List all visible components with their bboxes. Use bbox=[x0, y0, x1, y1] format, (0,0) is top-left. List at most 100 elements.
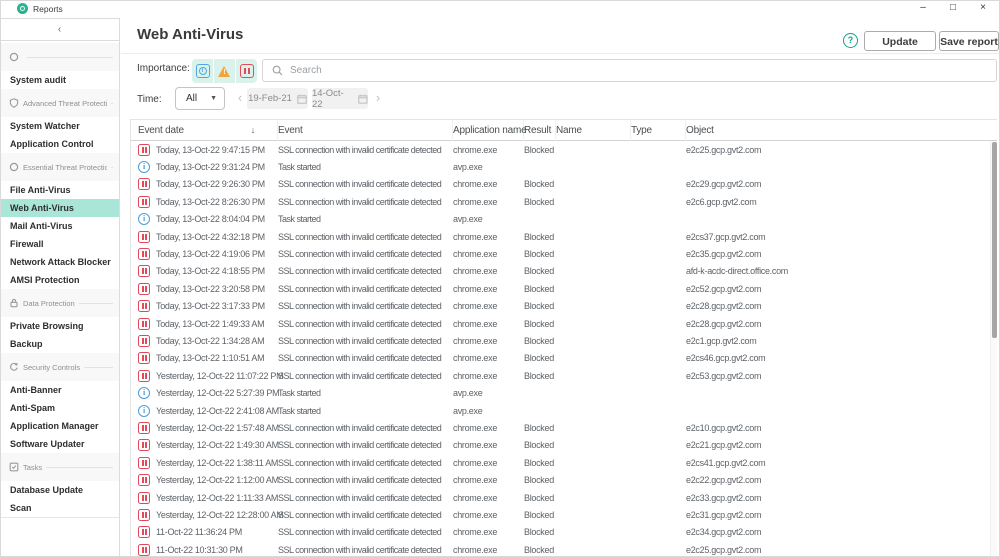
table-row[interactable]: Today, 13-Oct-22 9:47:15 PM SSL connecti… bbox=[131, 141, 990, 158]
critical-severity-icon bbox=[138, 335, 150, 347]
column-header-type[interactable]: Type bbox=[631, 120, 686, 141]
cell-object: e2c22.gcp.gvt2.com bbox=[686, 475, 990, 485]
info-icon: i bbox=[196, 64, 210, 78]
cell-application-name: avp.exe bbox=[453, 214, 524, 224]
table-row[interactable]: Yesterday, 12-Oct-22 12:28:00 AM SSL con… bbox=[131, 506, 990, 523]
importance-critical-toggle[interactable] bbox=[235, 59, 257, 83]
table-row[interactable]: Today, 13-Oct-22 8:04:04 PM Task started… bbox=[131, 211, 990, 228]
calendar-icon bbox=[297, 94, 307, 104]
table-row[interactable]: Today, 13-Oct-22 1:34:28 AM SSL connecti… bbox=[131, 332, 990, 349]
sidebar-collapse-button[interactable]: ‹ bbox=[0, 18, 119, 41]
critical-severity-icon bbox=[138, 439, 150, 451]
sidebar-item-system-watcher[interactable]: System Watcher bbox=[0, 117, 119, 135]
page-title: Web Anti-Virus bbox=[137, 26, 243, 43]
cell-object: e2c10.gcp.gvt2.com bbox=[686, 423, 990, 433]
cell-application-name: chrome.exe bbox=[453, 510, 524, 520]
scrollbar-thumb[interactable] bbox=[992, 142, 997, 338]
cell-application-name: avp.exe bbox=[453, 162, 524, 172]
cell-result: Blocked bbox=[524, 145, 556, 155]
cell-application-name: chrome.exe bbox=[453, 145, 524, 155]
table-row[interactable]: Yesterday, 12-Oct-22 1:12:00 AM SSL conn… bbox=[131, 471, 990, 488]
cell-object: e2c34.gcp.gvt2.com bbox=[686, 527, 990, 537]
table-row[interactable]: Today, 13-Oct-22 9:31:24 PM Task started… bbox=[131, 158, 990, 175]
cell-event: SSL connection with invalid certificate … bbox=[278, 545, 453, 555]
table-row[interactable]: Today, 13-Oct-22 8:26:30 PM SSL connecti… bbox=[131, 193, 990, 210]
cell-result: Blocked bbox=[524, 301, 556, 311]
sidebar-item-scan[interactable]: Scan bbox=[0, 499, 119, 517]
table-row[interactable]: Yesterday, 12-Oct-22 2:41:08 AM Task sta… bbox=[131, 402, 990, 419]
cell-event-date: Yesterday, 12-Oct-22 1:11:33 AM bbox=[138, 492, 278, 504]
table-row[interactable]: Yesterday, 12-Oct-22 5:27:39 PM Task sta… bbox=[131, 384, 990, 401]
cell-event-date: Today, 13-Oct-22 9:31:24 PM bbox=[138, 161, 278, 173]
table-row[interactable]: Yesterday, 12-Oct-22 11:07:22 PM SSL con… bbox=[131, 367, 990, 384]
table-row[interactable]: Today, 13-Oct-22 4:19:06 PM SSL connecti… bbox=[131, 245, 990, 262]
cell-event: SSL connection with invalid certificate … bbox=[278, 301, 453, 311]
maximize-button[interactable]: □ bbox=[938, 0, 968, 17]
table-row[interactable]: Yesterday, 12-Oct-22 1:38:11 AM SSL conn… bbox=[131, 454, 990, 471]
table-row[interactable]: Yesterday, 12-Oct-22 1:49:30 AM SSL conn… bbox=[131, 437, 990, 454]
column-header-application-name[interactable]: Application name bbox=[453, 120, 524, 141]
column-header-result[interactable]: Result bbox=[524, 120, 556, 141]
table-row[interactable]: Today, 13-Oct-22 1:49:33 AM SSL connecti… bbox=[131, 315, 990, 332]
chevron-left-icon: ‹ bbox=[58, 24, 61, 35]
sidebar-item-application-manager[interactable]: Application Manager bbox=[0, 417, 119, 435]
update-button[interactable]: Update bbox=[864, 31, 936, 51]
sidebar-item-firewall[interactable]: Firewall bbox=[0, 235, 119, 253]
sidebar-item-anti-banner[interactable]: Anti-Banner bbox=[0, 381, 119, 399]
date-from-button[interactable]: 19-Feb-21 bbox=[247, 88, 308, 109]
section-divider bbox=[84, 367, 113, 368]
minimize-button[interactable]: – bbox=[908, 0, 938, 17]
cell-result: Blocked bbox=[524, 371, 556, 381]
table-row[interactable]: Yesterday, 12-Oct-22 1:11:33 AM SSL conn… bbox=[131, 489, 990, 506]
sidebar-section-tasks: Tasks bbox=[0, 453, 119, 481]
app-logo-icon bbox=[17, 3, 28, 14]
importance-info-toggle[interactable]: i bbox=[192, 59, 213, 83]
column-header-event-date[interactable]: Event date ↓ bbox=[138, 120, 278, 141]
table-row[interactable]: Yesterday, 12-Oct-22 1:57:48 AM SSL conn… bbox=[131, 419, 990, 436]
table-row[interactable]: 11-Oct-22 10:31:30 PM SSL connection wit… bbox=[131, 541, 990, 557]
table-row[interactable]: Today, 13-Oct-22 9:26:30 PM SSL connecti… bbox=[131, 176, 990, 193]
cell-application-name: chrome.exe bbox=[453, 371, 524, 381]
time-range-dropdown[interactable]: All ▼ bbox=[175, 87, 225, 110]
cell-result: Blocked bbox=[524, 545, 556, 555]
search-input[interactable] bbox=[263, 60, 996, 81]
sidebar-item-backup[interactable]: Backup bbox=[0, 335, 119, 353]
critical-severity-icon bbox=[138, 265, 150, 277]
table-row[interactable]: Today, 13-Oct-22 4:18:55 PM SSL connecti… bbox=[131, 263, 990, 280]
cell-result: Blocked bbox=[524, 527, 556, 537]
table-row[interactable]: 11-Oct-22 11:36:24 PM SSL connection wit… bbox=[131, 524, 990, 541]
sidebar-item-system-audit[interactable]: System audit bbox=[0, 71, 119, 89]
date-next-button[interactable]: › bbox=[372, 87, 384, 110]
sidebar-item-web-anti-virus[interactable]: Web Anti-Virus bbox=[0, 199, 119, 217]
sidebar-item-anti-spam[interactable]: Anti-Spam bbox=[0, 399, 119, 417]
sidebar-section-advanced-threat-protection: Advanced Threat Protection bbox=[0, 89, 119, 117]
column-header-event[interactable]: Event bbox=[278, 120, 453, 141]
cell-object: e2c29.gcp.gvt2.com bbox=[686, 179, 990, 189]
table-row[interactable]: Today, 13-Oct-22 3:20:58 PM SSL connecti… bbox=[131, 280, 990, 297]
save-report-button[interactable]: Save report bbox=[939, 31, 999, 51]
table-row[interactable]: Today, 13-Oct-22 3:17:33 PM SSL connecti… bbox=[131, 298, 990, 315]
sidebar-item-amsi-protection[interactable]: AMSI Protection bbox=[0, 271, 119, 289]
sidebar-item-mail-anti-virus[interactable]: Mail Anti-Virus bbox=[0, 217, 119, 235]
date-to-button[interactable]: 14-Oct-22 bbox=[312, 88, 368, 109]
search-box bbox=[262, 59, 997, 82]
vertical-scrollbar[interactable] bbox=[990, 141, 997, 557]
date-prev-button[interactable]: ‹ bbox=[234, 87, 246, 110]
column-header-name[interactable]: Name bbox=[556, 120, 631, 141]
sidebar-item-file-anti-virus[interactable]: File Anti-Virus bbox=[0, 181, 119, 199]
table-row[interactable]: Today, 13-Oct-22 4:32:18 PM SSL connecti… bbox=[131, 228, 990, 245]
table-body: Today, 13-Oct-22 9:47:15 PM SSL connecti… bbox=[131, 141, 990, 557]
close-button[interactable]: × bbox=[968, 0, 998, 17]
table-row[interactable]: Today, 13-Oct-22 1:10:51 AM SSL connecti… bbox=[131, 350, 990, 367]
cell-event-date: Today, 13-Oct-22 1:10:51 AM bbox=[138, 352, 278, 364]
sidebar-item-database-update[interactable]: Database Update bbox=[0, 481, 119, 499]
sidebar-item-application-control[interactable]: Application Control bbox=[0, 135, 119, 153]
column-header-object[interactable]: Object bbox=[686, 120, 997, 141]
sidebar-item-network-attack-blocker[interactable]: Network Attack Blocker bbox=[0, 253, 119, 271]
sidebar-item-software-updater[interactable]: Software Updater bbox=[0, 435, 119, 453]
cell-application-name: chrome.exe bbox=[453, 440, 524, 450]
cell-result: Blocked bbox=[524, 458, 556, 468]
help-icon[interactable]: ? bbox=[843, 33, 858, 48]
importance-warning-toggle[interactable]: ! bbox=[213, 59, 235, 83]
sidebar-item-private-browsing[interactable]: Private Browsing bbox=[0, 317, 119, 335]
